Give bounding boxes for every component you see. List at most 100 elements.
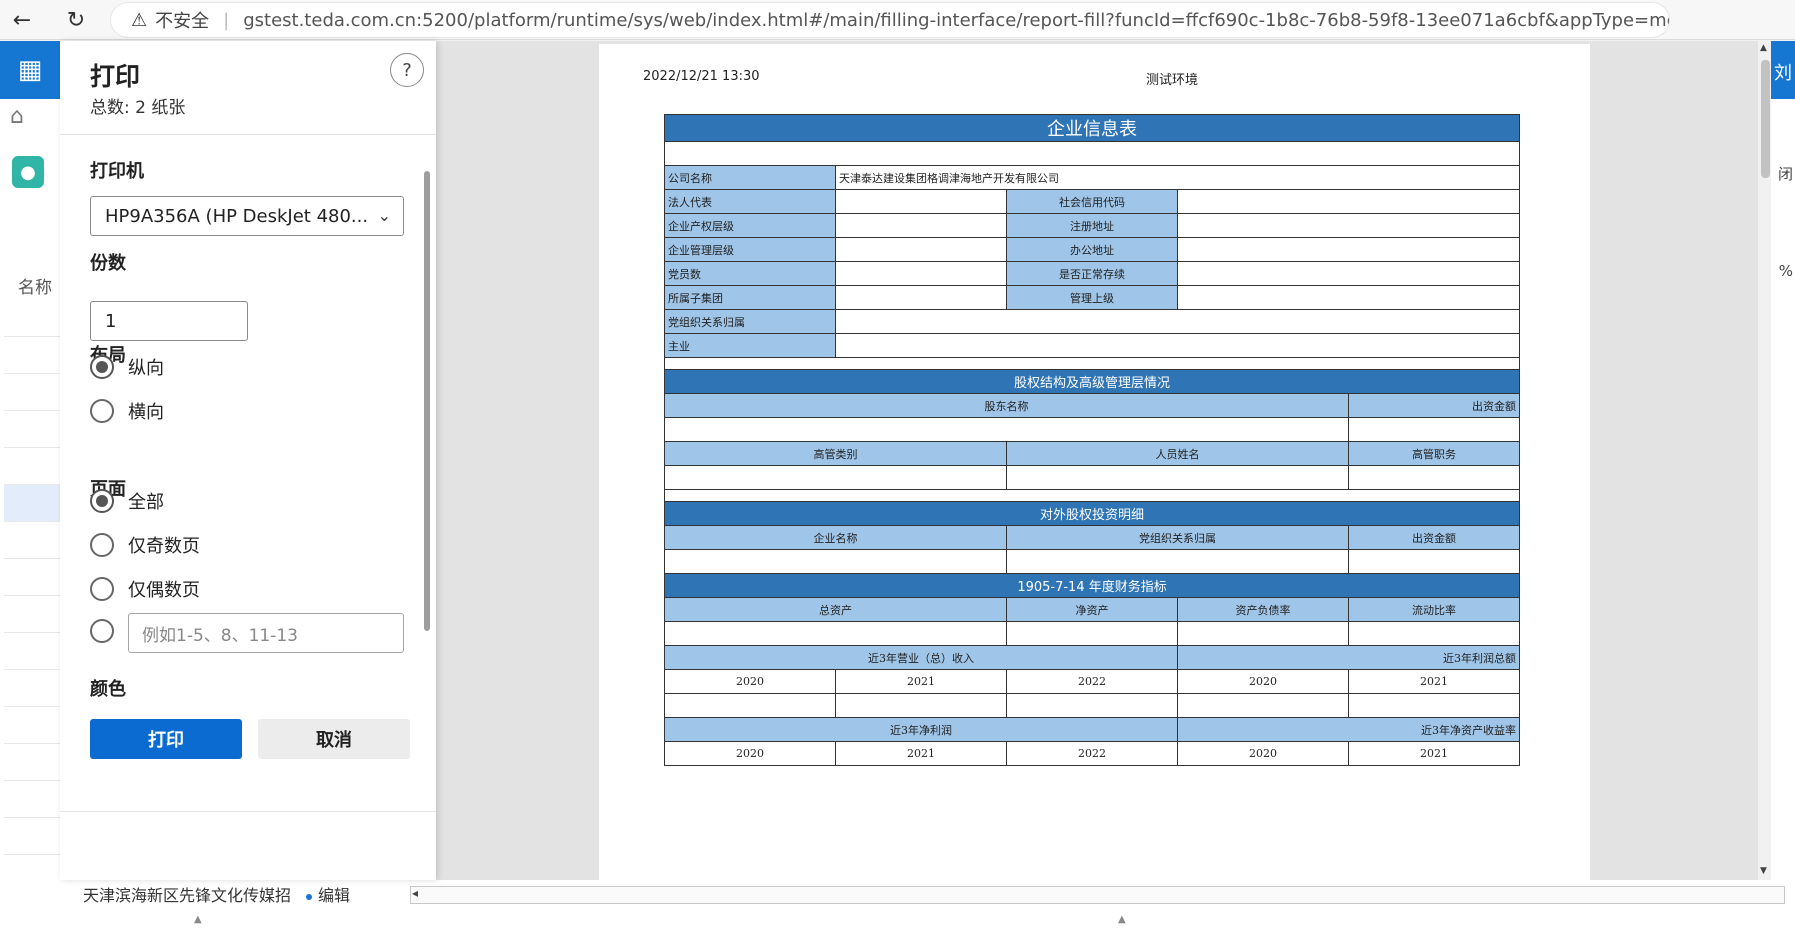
exec-position-header: 高管职务 [1347,441,1521,466]
copies-input[interactable]: 1 [90,301,248,341]
table-row[interactable] [4,374,60,411]
year-cell: 2021 [835,741,1007,766]
user-icon[interactable]: ● [12,156,44,188]
year-cell: 2020 [664,669,836,694]
collapse-up-icon[interactable]: ▲ [1118,914,1126,925]
table-row[interactable] [4,781,60,818]
field-label: 党员数 [664,261,836,286]
pages-custom-radio[interactable] [90,619,128,643]
cancel-button[interactable]: 取消 [258,719,410,759]
copies-label: 份数 [90,253,126,274]
table-row[interactable] [4,744,60,781]
party-label: 党组织关系归属 [664,309,836,334]
table-row[interactable] [4,522,60,559]
radio-unchecked-icon [90,619,114,643]
year-cell: 2021 [835,669,1007,694]
year-cell: 2021 [1347,669,1521,694]
capital-cell [1347,417,1521,442]
scroll-down-icon[interactable]: ▼ [1760,866,1767,876]
table-row[interactable] [4,596,60,633]
fin-cell [664,621,1007,646]
year-cell: 2021 [1347,741,1521,766]
business-value [834,333,1521,358]
profit-3y-header: 近3年利润总额 [1176,645,1521,670]
table-row[interactable] [4,633,60,670]
table-row[interactable] [4,707,60,744]
address-bar[interactable]: ⚠ 不安全 | gstest.teda.com.cn:5200/platform… [110,2,1670,38]
collapse-up-icon[interactable]: ▲ [194,914,202,925]
current-ratio-header: 流动比率 [1347,597,1521,622]
printer-select[interactable]: HP9A356A (HP DeskJet 480... ⌄ [90,196,404,236]
app-right-user[interactable]: 刘 [1771,41,1795,99]
back-icon[interactable]: ← [8,6,36,34]
fin-cell [1006,621,1178,646]
field-value [1176,261,1521,286]
print-dialog-header: 打印 总数: 2 纸张 ? [60,41,436,135]
pages-even-radio[interactable]: 仅偶数页 [90,576,200,602]
refresh-icon[interactable]: ↻ [62,6,90,34]
table-row[interactable] [4,411,60,448]
field-label: 法人代表 [664,189,836,214]
app-right-close[interactable]: 闭 [1778,163,1793,184]
table-row[interactable] [4,485,60,522]
radio-checked-icon [90,355,114,379]
invest-amount-header: 出资金额 [1347,525,1521,550]
print-dialog-title: 打印 [90,62,141,91]
home-icon[interactable]: ⌂ [10,104,24,129]
edit-link[interactable]: 编辑 [306,882,350,906]
dialog-scrollbar[interactable] [424,171,430,631]
print-dialog: 打印 总数: 2 纸张 ? 打印机 HP9A356A (HP DeskJet 4… [60,41,436,880]
field-value [1176,189,1521,214]
edit-dot-icon [306,893,312,900]
table-row[interactable] [4,448,60,485]
table-row[interactable] [4,818,60,855]
pages-odd-radio[interactable]: 仅奇数页 [90,532,200,558]
spacer-row [663,141,1521,166]
field-label: 企业产权层级 [664,213,836,238]
browser-toolbar: ← ↻ ⚠ 不安全 | gstest.teda.com.cn:5200/plat… [0,0,1795,40]
field-value [835,189,1007,214]
year-cell: 2022 [1006,669,1178,694]
company-value: 天津泰达建设集团格调津海地产开发有限公司 [834,165,1521,190]
table-row[interactable] [4,300,60,337]
capital-amount-header: 出资金额 [1347,393,1521,418]
preview-scroll-thumb[interactable] [1761,60,1770,178]
value-cell [835,693,1007,718]
year-cell: 2020 [664,741,836,766]
field-label: 企业管理层级 [664,237,836,262]
report-title: 企业信息表 [663,114,1521,142]
section-invest-header: 对外股权投资明细 [663,501,1521,526]
table-row[interactable] [4,559,60,596]
page-count: 总数: 2 纸张 [90,98,186,118]
affil-cell [1006,549,1349,574]
report-table: 企业信息表 公司名称 天津泰达建设集团格调津海地产开发有限公司 法人代表 社会信… [663,114,1521,766]
print-button[interactable]: 打印 [90,719,242,759]
party-affil-header: 党组织关系归属 [1006,525,1349,550]
field-value [835,285,1007,310]
printer-value: HP9A356A (HP DeskJet 480... [105,205,369,227]
exec-type-header: 高管类别 [664,441,1007,466]
horizontal-scrollbar[interactable] [410,886,1785,904]
field-label: 是否正常存续 [1006,261,1178,286]
print-date: 2022/12/21 13:30 [643,69,760,84]
pages-all-radio[interactable]: 全部 [90,488,164,514]
net-assets-header: 净资产 [1006,597,1178,622]
radio-checked-icon [90,489,114,513]
warning-icon: ⚠ [131,9,148,31]
app-grid-icon[interactable]: ▦ [0,41,60,99]
layout-landscape-radio[interactable]: 横向 [90,398,164,424]
scroll-up-icon[interactable]: ▲ [1760,43,1767,53]
scroll-left-icon[interactable]: ◂ [412,886,418,900]
table-row[interactable] [4,337,60,374]
field-label: 所属子集团 [664,285,836,310]
field-value [835,213,1007,238]
exec-cell [664,465,1007,490]
roe-3y-header: 近3年净资产收益率 [1176,717,1521,742]
enterprise-name-header: 企业名称 [664,525,1007,550]
table-row[interactable] [4,670,60,707]
layout-portrait-radio[interactable]: 纵向 [90,354,164,380]
bottom-row-name: 天津滨海新区先锋文化传媒招 [83,886,292,905]
radio-label: 仅偶数页 [128,580,200,601]
page-range-input[interactable]: 例如1-5、8、11-13 [128,613,404,653]
help-button[interactable]: ? [390,53,424,87]
